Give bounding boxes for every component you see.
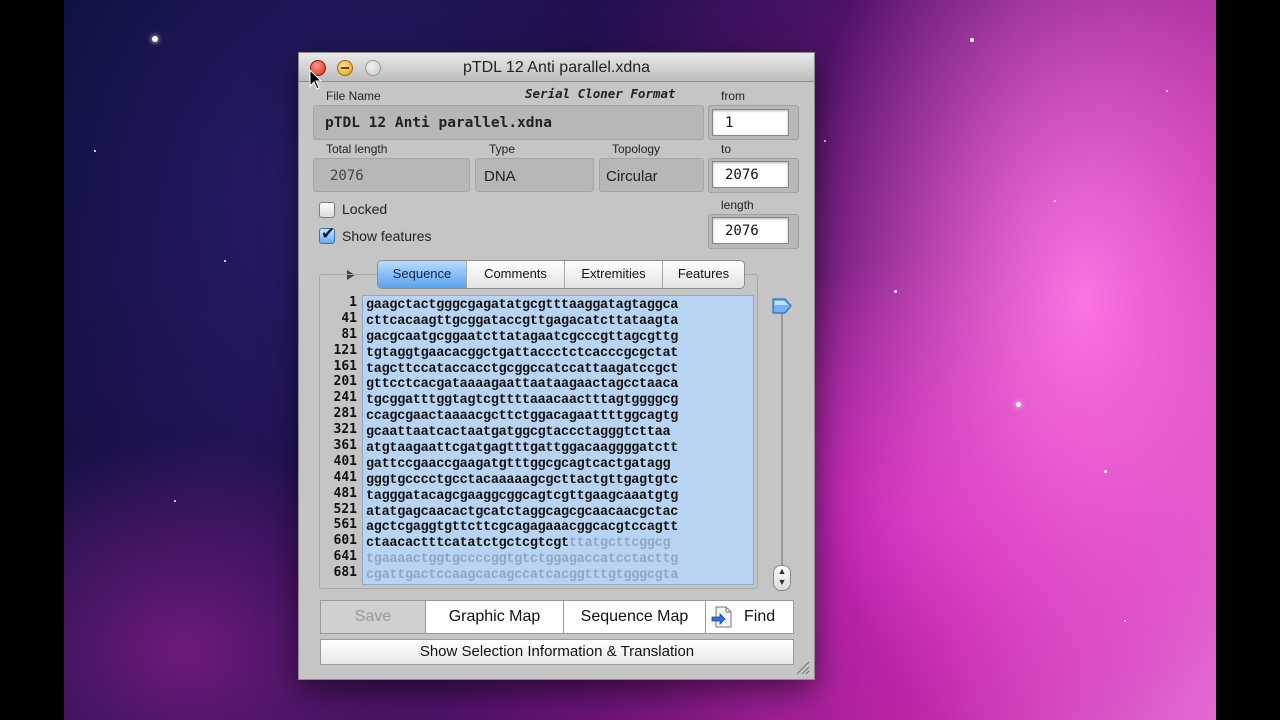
scroll-thumb-icon[interactable] [771,297,793,315]
tab-comments[interactable]: Comments [466,261,564,288]
star [894,290,897,293]
locked-checkbox[interactable] [319,202,335,218]
sequence-line: tgaaaactggtgccccggtgtctggagaccatcctacttg [366,552,679,568]
star [824,140,826,142]
find-button-label: Find [744,608,776,625]
sequence-line: tgtaggtgaacacggctgattaccctctcacccgcgctat [366,345,679,361]
line-number: 81 [341,326,357,342]
line-number: 641 [333,549,357,565]
sequence-line: tagggatacagcgaaggcggcagtcgttgaagcaaatgtg [366,488,679,504]
tab-extremities[interactable]: Extremities [564,261,662,288]
serial-cloner-window: pTDL 12 Anti parallel.xdna File Name Ser… [298,52,815,680]
vertical-scroll-track[interactable] [781,303,783,575]
line-number: 321 [333,422,357,438]
window-title: pTDL 12 Anti parallel.xdna [462,59,651,76]
action-button-bar: Save Graphic Map Sequence Map Find [320,600,794,634]
save-button[interactable]: Save [321,601,425,633]
find-document-icon [711,606,732,628]
sequence-line: gaagctactgggcgagatatgcgtttaaggatagtaggca [366,298,679,313]
total-length-label: Total length [326,142,388,156]
step-up-icon[interactable]: ▲ [774,566,790,577]
scroll-stepper[interactable]: ▲ ▼ [773,565,791,591]
line-number: 41 [341,310,357,326]
line-number: 121 [333,342,357,358]
star [152,36,158,42]
file-name-field: pTDL 12 Anti parallel.xdna [313,105,704,140]
tab-features[interactable]: Features [662,261,744,288]
to-input[interactable]: 2076 [712,161,789,188]
sequence-line: gttcctcacgataaaagaattaataagaactagcctaaca [366,377,679,393]
sequence-line: gacgcaatgcggaatcttatagaatcgcccgttagcgttg [366,329,679,345]
sequence-line: atatgagcaacactgcatctaggcagcgcaacaacgctac [366,504,679,520]
topology-field: Circular [599,158,704,192]
sequence-line: agctcgaggtgttcttcgcagagaaacggcacgtccagtt [366,520,679,536]
show-selection-button[interactable]: Show Selection Information & Translation [320,639,794,665]
line-number: 281 [333,406,357,422]
line-number: 1 [349,295,357,310]
type-label: Type [489,142,516,156]
mouse-pointer-icon [309,69,323,90]
topology-value: Circular [606,168,658,185]
star [1054,200,1056,202]
sequence-line: tgcggatttggtagtcgttttaaacaactttagtggggcg [366,393,679,409]
checkmark-icon: ✔ [321,224,336,244]
sequence-text-area[interactable]: gaagctactgggcgagatatgcgtttaaggatagtaggca… [362,295,754,585]
format-label: Serial Cloner Format [525,86,676,101]
step-down-icon[interactable]: ▼ [774,577,790,588]
line-number: 681 [333,565,357,581]
sequence-line-dim-part: ttatgcttcggcg [568,536,671,552]
star [174,500,176,502]
star [1124,620,1126,622]
to-label: to [721,142,732,156]
from-label: from [721,89,745,103]
type-value: DNA [484,168,516,185]
line-number: 361 [333,438,357,454]
sequence-line: cgattgactccaagcacagccatcacggtttgtgggcgta [366,568,679,584]
line-number: 201 [333,374,357,390]
from-input[interactable]: 1 [712,109,789,136]
line-number: 401 [333,453,357,469]
topology-label: Topology [612,142,661,156]
line-number: 481 [333,485,357,501]
line-numbers: 1 41 81 121 161 201 241 281 321 361 401 … [317,295,357,581]
sequence-line: gcaattaatcactaatgatggcgtaccctagggtcttaa [366,425,671,441]
line-number: 441 [333,469,357,485]
title-bar[interactable]: pTDL 12 Anti parallel.xdna [299,53,814,82]
file-name-value: pTDL 12 Anti parallel.xdna [325,115,552,131]
type-field: DNA [475,158,594,192]
sequence-line: gattccgaaccgaagatgtttggcgcagtcactgatagg [366,456,671,472]
resize-grip-icon[interactable] [794,659,810,675]
graphic-map-button[interactable]: Graphic Map [425,601,563,633]
line-number: 601 [333,533,357,549]
locked-label: Locked [342,201,388,217]
show-features-label: Show features [342,228,432,244]
show-features-checkbox[interactable]: ✔ [319,224,335,244]
sequence-line: gggtgcccctgcctacaaaaagcgcttactgttgagtgtc [366,472,679,488]
tab-sequence[interactable]: Sequence [378,261,466,288]
sequence-line: ccagcgaactaaaacgcttctggacagaattttggcagtg [366,409,679,425]
total-length-field: 2076 [313,158,470,192]
star [970,38,974,42]
length-input[interactable]: 2076 [712,217,789,244]
sequence-line: cttcacaagttgcggataccgttgagacatcttataagta [366,313,679,329]
line-number: 521 [333,501,357,517]
line-number: 561 [333,517,357,533]
star [1016,402,1021,407]
sequence-map-button[interactable]: Sequence Map [563,601,705,633]
length-label: length [721,198,754,212]
star [1104,470,1107,473]
sequence-line-bold-part: ctaacactttcatatctgctcgtcgt [366,536,569,552]
sequence-line: tagcttccataccacctgcggccatccattaagatccgct [366,361,679,377]
line-number: 241 [333,390,357,406]
star [224,260,226,262]
file-name-label: File Name [326,89,381,103]
star [1166,90,1168,92]
tab-bar: Sequence Comments Extremities Features [377,260,745,289]
sequence-line: ctaacactttcatatctgctcgtcgtttatgcttcggcg [366,536,753,552]
sequence-line: atgtaagaattcgatgagtttgattggacaaggggatctt [366,441,679,457]
find-button[interactable]: Find [705,601,793,633]
total-length-value: 2076 [330,168,364,184]
line-number: 161 [333,358,357,374]
star [94,150,96,152]
